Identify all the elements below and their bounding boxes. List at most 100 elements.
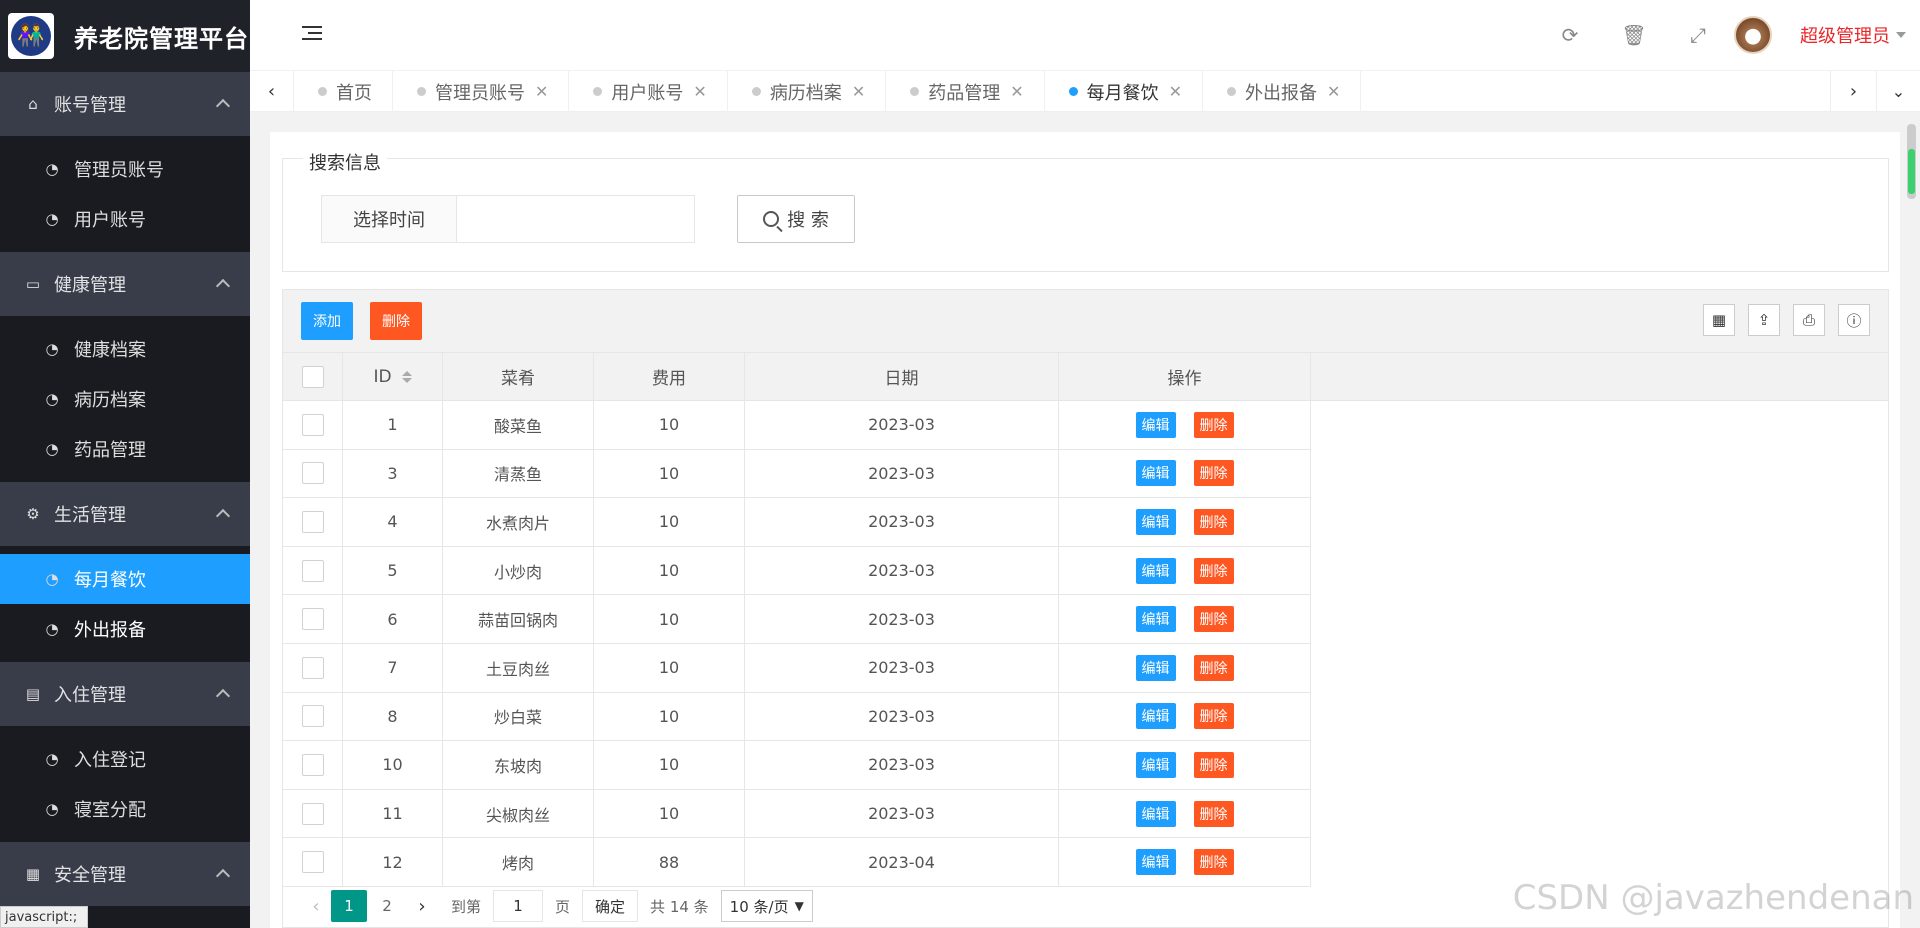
- row-checkbox[interactable]: [301, 753, 324, 776]
- close-icon[interactable]: ✕: [1327, 82, 1340, 101]
- delete-button[interactable]: 删除: [1193, 703, 1234, 730]
- cell-id: 5: [343, 546, 443, 596]
- sidebar-item[interactable]: ◔ 管理员账号: [0, 144, 250, 194]
- search-button[interactable]: 搜 索: [737, 195, 855, 243]
- prev-page-icon[interactable]: ‹: [301, 896, 331, 917]
- nav-group-header[interactable]: ⚙ 生活管理: [0, 482, 250, 546]
- tab-menu-chevron-icon[interactable]: ⌄: [1876, 71, 1920, 112]
- edit-button[interactable]: 编辑: [1135, 654, 1176, 681]
- columns-icon[interactable]: ▦: [1703, 304, 1735, 336]
- close-icon[interactable]: ✕: [535, 82, 548, 101]
- edit-button[interactable]: 编辑: [1135, 411, 1176, 438]
- info-icon[interactable]: ⓘ: [1838, 304, 1870, 336]
- row-checkbox[interactable]: [301, 851, 324, 874]
- row-checkbox[interactable]: [301, 608, 324, 631]
- logo: 👫 养老院管理平台: [0, 0, 250, 72]
- sidebar-item-label: 病历档案: [74, 390, 146, 411]
- tab[interactable]: 首页: [294, 71, 393, 112]
- clear-cache-icon[interactable]: 🗑: [1602, 23, 1666, 47]
- delete-button[interactable]: 删除: [1193, 800, 1234, 827]
- sidebar-item[interactable]: ◔ 每月餐饮: [0, 554, 250, 604]
- nav-group-header[interactable]: ▦ 安全管理: [0, 842, 250, 906]
- export-icon[interactable]: ⇪: [1748, 304, 1780, 336]
- nav-group-header[interactable]: ▭ 健康管理: [0, 252, 250, 316]
- edit-button[interactable]: 编辑: [1135, 800, 1176, 827]
- cell-actions: 编辑 删除: [1059, 741, 1311, 790]
- close-icon[interactable]: ✕: [1169, 82, 1182, 101]
- search-time-input[interactable]: [457, 195, 695, 243]
- row-checkbox[interactable]: [301, 559, 324, 582]
- edit-button[interactable]: 编辑: [1135, 508, 1176, 535]
- row-checkbox[interactable]: [301, 413, 324, 436]
- page-size-select[interactable]: 10 条/页 ▼: [720, 890, 813, 922]
- tab[interactable]: 用户账号 ✕: [569, 71, 728, 112]
- tab[interactable]: 病历档案 ✕: [728, 71, 887, 112]
- edit-button[interactable]: 编辑: [1135, 557, 1176, 584]
- delete-button[interactable]: 删除: [1193, 751, 1234, 778]
- nav-group-header[interactable]: ▤ 入住管理: [0, 662, 250, 726]
- tab[interactable]: 每月餐饮 ✕: [1045, 71, 1204, 112]
- cell-date: 2023-03: [745, 401, 1059, 450]
- total-count: 共 14 条: [650, 897, 709, 916]
- close-icon[interactable]: ✕: [1010, 82, 1023, 101]
- sidebar-item[interactable]: ◔ 寝室分配: [0, 784, 250, 834]
- cell-actions: 编辑 删除: [1059, 789, 1311, 839]
- cell-fee: 88: [594, 838, 745, 887]
- row-checkbox[interactable]: [301, 462, 324, 485]
- goto-page-input[interactable]: 1: [493, 890, 544, 922]
- tab-scroll-right-icon[interactable]: ›: [1830, 71, 1876, 112]
- sidebar-item[interactable]: ◔ 药品管理: [0, 424, 250, 474]
- add-button[interactable]: 添加: [301, 302, 353, 340]
- menu-toggle-icon[interactable]: [302, 26, 322, 42]
- tab-scroll-left-icon[interactable]: ‹: [250, 71, 294, 112]
- row-checkbox[interactable]: [301, 510, 324, 533]
- delete-button[interactable]: 删除: [1193, 460, 1234, 487]
- delete-button[interactable]: 删除: [1193, 508, 1234, 535]
- close-icon[interactable]: ✕: [852, 82, 865, 101]
- user-name[interactable]: 超级管理员: [1800, 22, 1890, 48]
- row-checkbox[interactable]: [301, 656, 324, 679]
- delete-button[interactable]: 删除: [1193, 654, 1234, 681]
- fullscreen-icon[interactable]: ⤢: [1666, 23, 1730, 47]
- nav-group-label: 入住管理: [54, 685, 126, 706]
- sort-icon[interactable]: [401, 370, 412, 383]
- row-select-cell: [283, 838, 343, 887]
- edit-button[interactable]: 编辑: [1135, 849, 1176, 876]
- delete-button[interactable]: 删除: [1193, 606, 1234, 633]
- row-checkbox[interactable]: [301, 705, 324, 728]
- edit-button[interactable]: 编辑: [1135, 751, 1176, 778]
- close-icon[interactable]: ✕: [693, 82, 706, 101]
- select-all-checkbox[interactable]: [301, 365, 324, 388]
- sidebar-item-label: 寝室分配: [74, 800, 146, 821]
- sidebar-item[interactable]: ◔ 病历档案: [0, 374, 250, 424]
- nav-group-items: ◔ 入住登记 ◔ 寝室分配: [0, 726, 250, 842]
- edit-button[interactable]: 编辑: [1135, 703, 1176, 730]
- sidebar-item[interactable]: ◔ 用户账号: [0, 194, 250, 244]
- print-icon[interactable]: ⎙: [1793, 304, 1825, 336]
- chevron-down-icon[interactable]: [1896, 32, 1906, 38]
- tab[interactable]: 药品管理 ✕: [886, 71, 1045, 112]
- tab[interactable]: 管理员账号 ✕: [393, 71, 570, 112]
- row-checkbox[interactable]: [301, 802, 324, 825]
- refresh-icon[interactable]: ⟳: [1538, 23, 1602, 47]
- tab[interactable]: 外出报备 ✕: [1203, 71, 1362, 112]
- nav-group-header[interactable]: ⌂ 账号管理: [0, 72, 250, 136]
- sidebar-item[interactable]: ◔ 健康档案: [0, 324, 250, 374]
- page-1[interactable]: 1: [331, 890, 367, 922]
- avatar[interactable]: [1734, 16, 1772, 54]
- delete-button[interactable]: 删除: [1193, 849, 1234, 876]
- column-header-filler: [1311, 353, 1888, 401]
- cell-actions: 编辑 删除: [1059, 546, 1311, 596]
- sidebar-item[interactable]: ◔ 入住登记: [0, 734, 250, 784]
- goto-confirm-button[interactable]: 确定: [582, 890, 639, 922]
- next-page-icon[interactable]: ›: [407, 896, 437, 917]
- delete-button[interactable]: 删除: [1193, 557, 1234, 584]
- column-header-id[interactable]: ID: [343, 353, 443, 401]
- sidebar-item[interactable]: ◔ 外出报备: [0, 604, 250, 654]
- edit-button[interactable]: 编辑: [1135, 606, 1176, 633]
- page-scrollbar[interactable]: [1907, 124, 1916, 199]
- batch-delete-button[interactable]: 删除: [370, 302, 422, 340]
- delete-button[interactable]: 删除: [1193, 411, 1234, 438]
- page-2[interactable]: 2: [369, 890, 405, 922]
- edit-button[interactable]: 编辑: [1135, 460, 1176, 487]
